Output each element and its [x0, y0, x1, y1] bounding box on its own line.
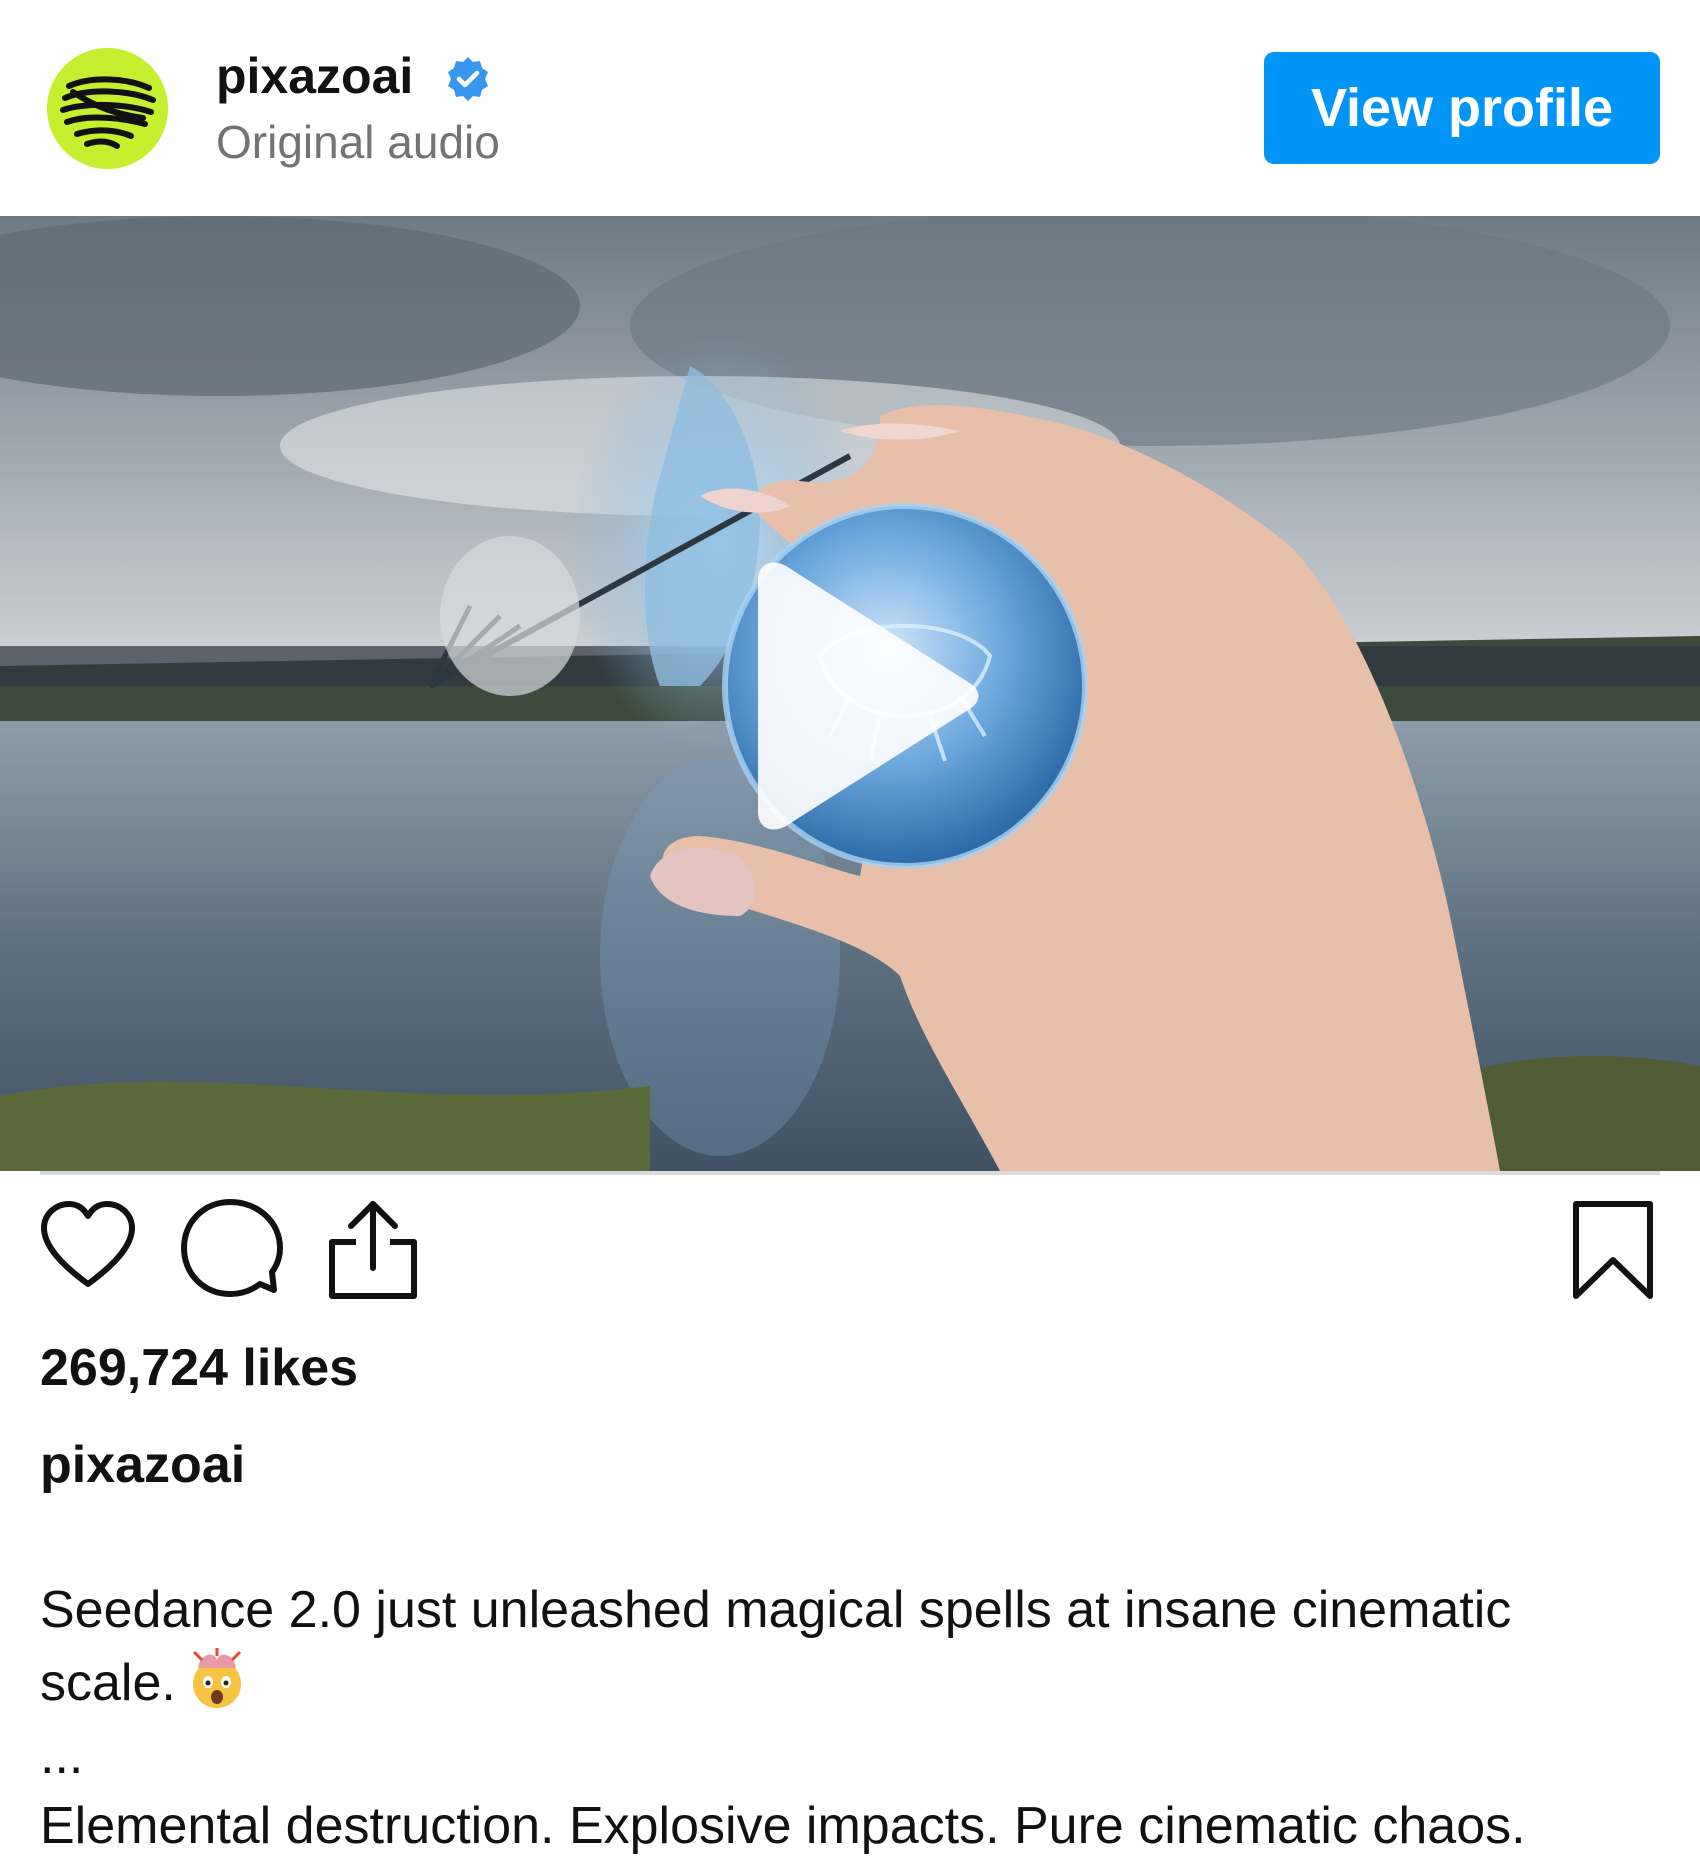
- caption-text: Seedance 2.0 just unleashed magical spel…: [40, 1574, 1660, 1719]
- avatar[interactable]: [47, 48, 168, 169]
- play-icon: [758, 562, 979, 830]
- caption-line-1: Seedance 2.0 just unleashed magical spel…: [40, 1581, 1512, 1712]
- video-divider: [40, 1171, 1660, 1175]
- caption-line-2: Elemental destruction. Explosive impacts…: [40, 1797, 1526, 1855]
- play-button[interactable]: [730, 556, 990, 836]
- verified-badge-icon: [444, 55, 492, 103]
- post-header: pixazoai Original audio View profile: [0, 0, 1700, 216]
- comment-icon[interactable]: [180, 1198, 284, 1302]
- audio-label[interactable]: Original audio: [216, 114, 500, 170]
- post-username[interactable]: pixazoai: [216, 46, 413, 106]
- likes-count[interactable]: 269,724 likes: [40, 1337, 358, 1399]
- view-profile-button[interactable]: View profile: [1264, 52, 1660, 164]
- caption-ellipsis: ...: [40, 1727, 84, 1785]
- heart-icon[interactable]: [38, 1198, 138, 1298]
- post-video[interactable]: [0, 216, 1700, 1171]
- share-icon[interactable]: [326, 1198, 420, 1302]
- pixazo-logo-icon: [47, 48, 168, 169]
- action-bar: [0, 1190, 1700, 1320]
- exploding-head-emoji-icon: [184, 1646, 250, 1712]
- caption-username[interactable]: pixazoai: [40, 1434, 245, 1496]
- bookmark-icon[interactable]: [1570, 1198, 1656, 1302]
